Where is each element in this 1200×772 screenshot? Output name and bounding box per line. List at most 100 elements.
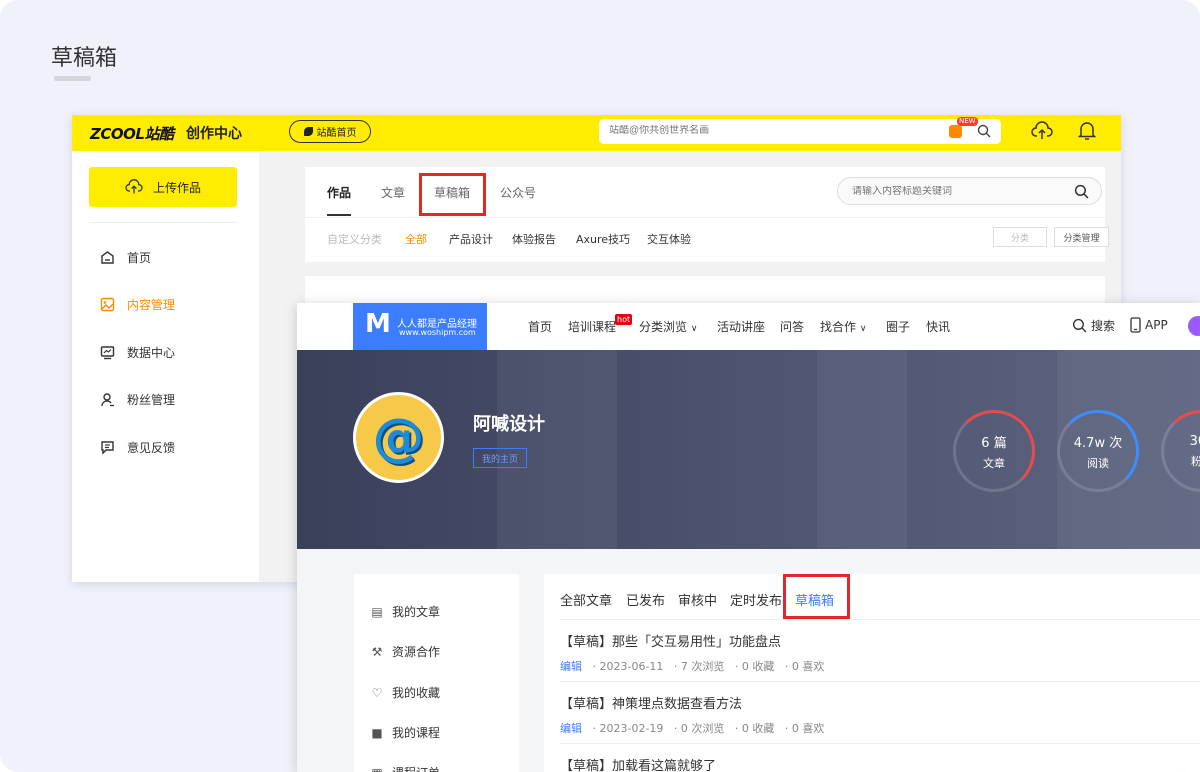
new-badge: NEW: [957, 117, 978, 126]
woshipm-window: M 人人都是产品经理 www.woshipm.com 首页 培训课程 hot 分…: [297, 303, 1200, 772]
article-item[interactable]: 【草稿】神策埋点数据查看方法 编辑 · 2023-02-19 · 0 次浏览 ·…: [560, 693, 824, 736]
category-all[interactable]: 全部: [405, 231, 427, 247]
article-collects: 0 收藏: [741, 722, 775, 735]
banner-decoration: [817, 350, 907, 549]
profile-avatar[interactable]: @: [353, 392, 444, 483]
category-manage-button[interactable]: 分类管理: [1054, 227, 1109, 247]
menu-label: 我的文章: [392, 605, 441, 619]
stat-reads: 4.7w 次 阅读: [1057, 410, 1139, 492]
nav-app[interactable]: APP: [1130, 317, 1168, 333]
search-label: 搜索: [1091, 319, 1116, 333]
zcool-sidebar: 上传作品 首页 内容管理 数据中心 粉丝管理 意见反馈: [72, 151, 259, 582]
nav-categories[interactable]: 分类浏览 ∨: [639, 318, 697, 335]
tab-articles[interactable]: 文章: [381, 184, 405, 201]
upload-work-button[interactable]: 上传作品: [89, 167, 237, 207]
zcool-home-button[interactable]: 站酷首页: [289, 120, 371, 143]
menu-resources[interactable]: ⚒ 资源合作: [370, 643, 440, 660]
stat-label: 阅读: [1087, 456, 1109, 470]
tab-scheduled[interactable]: 定时发布: [730, 590, 782, 609]
sidebar-item-data[interactable]: 数据中心: [100, 344, 175, 361]
nav-label: 找合作: [820, 320, 857, 334]
article-likes: 0 喜欢: [791, 722, 825, 735]
hot-badge: hot: [615, 314, 633, 325]
article-views: 0 次浏览: [680, 722, 725, 735]
tab-divider: [305, 217, 1105, 218]
zcool-home-label: 站酷首页: [316, 128, 357, 139]
highlight-box: [783, 574, 850, 619]
stat-label: 粉丝: [1191, 454, 1200, 468]
feedback-icon: [101, 441, 114, 455]
sidebar-item-home[interactable]: 首页: [100, 249, 151, 266]
profile-name: 阿喊设计: [473, 414, 545, 435]
search-icon[interactable]: [1074, 184, 1089, 199]
menu-label: 我的课程: [392, 726, 441, 740]
edit-link[interactable]: 编辑: [560, 722, 582, 735]
cloud-upload-icon: [125, 179, 143, 194]
active-tab-indicator: [327, 214, 351, 216]
category-interaction[interactable]: 交互体验: [647, 231, 691, 247]
nav-label: 分类浏览: [639, 320, 688, 334]
article-panel: 全部文章 已发布 审核中 定时发布 草稿箱 【草稿】那些「交互易用性」功能盘点 …: [544, 574, 1200, 772]
menu-label: 资源合作: [392, 645, 441, 659]
nav-circles[interactable]: 圈子: [886, 318, 910, 335]
gift-icon[interactable]: [949, 125, 962, 138]
nav-search[interactable]: 搜索: [1072, 317, 1115, 334]
bell-icon[interactable]: [1078, 121, 1096, 141]
cloud-upload-icon[interactable]: [1031, 121, 1053, 141]
article-divider: [560, 681, 1200, 682]
highlight-box: [419, 173, 486, 216]
search-icon[interactable]: [977, 124, 991, 138]
stat-value: 302: [1189, 433, 1200, 449]
nav-news[interactable]: 快讯: [926, 318, 950, 335]
stat-articles: 6 篇 文章: [953, 410, 1035, 492]
stat-label: 文章: [983, 456, 1005, 470]
tab-works[interactable]: 作品: [327, 184, 351, 201]
menu-favorites[interactable]: ♡ 我的收藏: [370, 684, 440, 701]
woshipm-logo[interactable]: M 人人都是产品经理 www.woshipm.com: [353, 303, 487, 350]
zcool-logo[interactable]: ZCOOL站酷: [90, 123, 174, 144]
category-axure-tips[interactable]: Axure技巧: [576, 231, 630, 247]
home-icon: [101, 251, 114, 264]
chart-icon: [100, 346, 115, 360]
article-title[interactable]: 【草稿】加载看这篇就够了: [560, 755, 716, 772]
zcool-search-box[interactable]: NEW: [599, 117, 1001, 144]
image-icon: [100, 297, 115, 312]
category-product-design[interactable]: 产品设计: [449, 231, 493, 247]
nav-cooperation[interactable]: 找合作 ∨: [820, 318, 866, 335]
article-item[interactable]: 【草稿】加载看这篇就够了: [560, 755, 716, 772]
sidebar-item-content[interactable]: 内容管理: [100, 296, 175, 313]
user-avatar[interactable]: [1188, 316, 1200, 336]
stat-value: 6 篇: [981, 435, 1007, 451]
tab-official-account[interactable]: 公众号: [500, 184, 536, 201]
sidebar-item-feedback[interactable]: 意见反馈: [100, 439, 175, 456]
zcool-search-input[interactable]: [609, 125, 909, 136]
article-icon: ▤: [371, 604, 383, 619]
sidebar-item-label: 意见反馈: [127, 441, 176, 455]
tab-divider: [560, 619, 1200, 620]
nav-events[interactable]: 活动讲座: [717, 318, 765, 335]
my-homepage-button[interactable]: 我的主页: [473, 448, 528, 468]
sidebar-item-fans[interactable]: 粉丝管理: [100, 391, 175, 408]
user-icon: [101, 393, 114, 407]
tab-published[interactable]: 已发布: [626, 590, 665, 609]
nav-qa[interactable]: 问答: [780, 318, 804, 335]
nav-home[interactable]: 首页: [528, 318, 552, 335]
article-item[interactable]: 【草稿】那些「交互易用性」功能盘点 编辑 · 2023-06-11 · 7 次浏…: [560, 631, 824, 674]
sidebar-item-label: 粉丝管理: [127, 393, 176, 407]
nav-courses[interactable]: 培训课程: [568, 318, 616, 335]
category-experience-report[interactable]: 体验报告: [512, 231, 556, 247]
article-title[interactable]: 【草稿】那些「交互易用性」功能盘点: [560, 631, 824, 650]
article-meta: 编辑 · 2023-02-19 · 0 次浏览 · 0 收藏 · 0 喜欢: [560, 722, 825, 735]
tab-all-articles[interactable]: 全部文章: [560, 590, 612, 609]
menu-orders[interactable]: ▦ 课程订单: [370, 764, 440, 772]
menu-label: 我的收藏: [392, 686, 441, 700]
category-button[interactable]: 分类: [993, 227, 1047, 247]
tab-reviewing[interactable]: 审核中: [678, 590, 717, 609]
menu-courses[interactable]: ■ 我的课程: [370, 724, 440, 741]
content-search-box[interactable]: [837, 177, 1102, 205]
content-search-input[interactable]: [852, 186, 1052, 197]
menu-my-articles[interactable]: ▤ 我的文章: [370, 603, 440, 620]
upload-work-label: 上传作品: [152, 180, 201, 195]
article-title[interactable]: 【草稿】神策埋点数据查看方法: [560, 693, 824, 712]
edit-link[interactable]: 编辑: [560, 660, 582, 673]
